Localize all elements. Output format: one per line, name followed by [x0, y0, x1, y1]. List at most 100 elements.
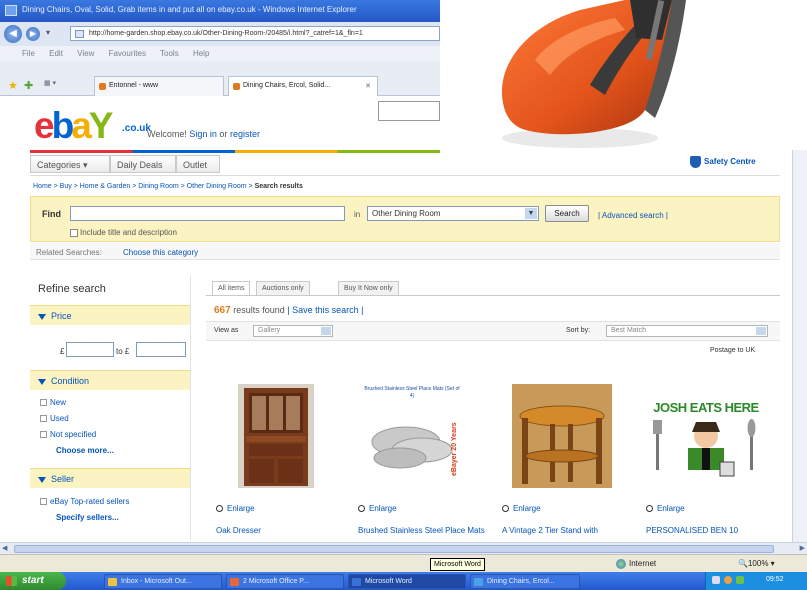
checkbox-icon[interactable] [40, 498, 47, 506]
view-as-select[interactable]: Gallery [253, 325, 333, 337]
shield-icon [690, 156, 701, 168]
taskbar-item-office[interactable]: 2 Microsoft Office P... [226, 574, 344, 589]
refine-search-title: Refine search [38, 283, 106, 295]
favourites-star-icon[interactable]: ★ [8, 79, 18, 92]
magnifier-icon [358, 505, 365, 513]
volume-icon[interactable] [724, 576, 732, 584]
scrollbar-thumb[interactable] [14, 545, 774, 553]
checkbox-icon[interactable] [40, 399, 47, 407]
sort-by-select[interactable]: Best Match [606, 325, 768, 337]
tab-buy-it-now-only[interactable]: Buy It Now only [338, 281, 399, 296]
listing-thumbnail[interactable]: JOSH EATS HERE [646, 380, 766, 490]
zoom-level[interactable]: 🔍100% ▾ [738, 559, 775, 568]
menu-file[interactable]: File [22, 49, 35, 58]
register-link[interactable]: register [230, 129, 260, 139]
taskbar-tooltip: Microsoft Word [430, 558, 485, 571]
price-min-input[interactable] [66, 342, 114, 357]
specify-sellers-link[interactable]: Specify sellers... [56, 513, 119, 522]
price-max-input[interactable] [136, 342, 186, 357]
view-as-value: Gallery [258, 327, 281, 334]
sort-by-value: Best Match [611, 327, 647, 334]
condition-used-label: Used [50, 414, 69, 423]
checkbox-icon[interactable] [70, 228, 78, 237]
condition-not-specified[interactable]: Not specified [40, 430, 96, 439]
header-color-rule [30, 150, 440, 153]
menu-help[interactable]: Help [193, 49, 209, 58]
scroll-right-icon[interactable]: ▶ [800, 544, 805, 552]
taskbar-item-outlook[interactable]: Inbox - Microsoft Out... [104, 574, 222, 589]
related-search-link[interactable]: Choose this category [123, 248, 198, 257]
tab-list-icon[interactable]: ▦ ▾ [44, 79, 84, 89]
forward-button[interactable]: ▶ [26, 27, 40, 41]
address-bar[interactable]: http://home-garden.shop.ebay.co.uk/Other… [70, 26, 440, 41]
horizontal-scrollbar[interactable]: ◀ ▶ [0, 542, 807, 554]
logo-letter-b: b [51, 105, 75, 146]
facet-price-header[interactable]: Price [30, 305, 190, 325]
tab-favicon [99, 83, 106, 90]
vertical-scrollbar[interactable] [792, 150, 807, 542]
save-search-link[interactable]: | Save this search | [287, 305, 363, 315]
find-label: Find [42, 209, 61, 219]
listing-thumbnail[interactable] [216, 380, 336, 490]
start-button[interactable]: start [0, 572, 66, 590]
advanced-search-link[interactable]: | Advanced search | [598, 211, 668, 220]
listing-thumbnail[interactable] [502, 380, 622, 490]
condition-new[interactable]: New [40, 398, 66, 407]
include-title-checkbox[interactable]: Include title and description [70, 228, 177, 237]
seller-top-rated[interactable]: eBay Top-rated sellers [40, 497, 129, 506]
listing-title[interactable]: PERSONALISED BEN 10 [646, 526, 781, 535]
welcome-message: Welcome! Sign in or register [147, 129, 260, 139]
listing-thumbnail[interactable]: Brushed Stainless Steel Place Mats (Set … [358, 380, 478, 490]
condition-choose-more-link[interactable]: Choose more... [56, 446, 114, 455]
security-icon[interactable] [736, 576, 744, 584]
categories-menu[interactable]: Categories ▾ [30, 155, 110, 173]
menu-edit[interactable]: Edit [49, 49, 63, 58]
enlarge-link[interactable]: Enlarge [216, 504, 255, 513]
tab-all-items[interactable]: All items [212, 281, 251, 296]
clock: 09:52 [766, 576, 784, 583]
listing-card[interactable]: JOSH EATS HERE Enlarge PERSONALISED BEN … [646, 380, 766, 540]
history-dropdown-icon[interactable]: ▾ [46, 28, 50, 37]
listing-title[interactable]: Oak Dresser [216, 526, 351, 535]
tab-dining-chairs[interactable]: Dining Chairs, Ercol, Solid... ✕ [228, 76, 378, 96]
daily-deals-link[interactable]: Daily Deals [110, 155, 176, 173]
postage-to-label[interactable]: Postage to UK [710, 347, 755, 354]
listing-title[interactable]: A Vintage 2 Tier Stand with [502, 526, 637, 535]
facet-condition-header[interactable]: Condition [30, 370, 190, 390]
taskbar-item-browser[interactable]: Dining Chairs, Ercol... [470, 574, 580, 589]
condition-used[interactable]: Used [40, 414, 69, 423]
enlarge-link[interactable]: Enlarge [502, 504, 541, 513]
sign-in-link[interactable]: Sign in [189, 129, 217, 139]
listing-card[interactable]: Enlarge A Vintage 2 Tier Stand with [502, 380, 622, 540]
menu-favourites[interactable]: Favourites [109, 49, 146, 58]
scroll-left-icon[interactable]: ◀ [2, 544, 7, 552]
find-input[interactable] [70, 206, 345, 221]
listing-title[interactable]: Brushed Stainless Steel Place Mats [358, 526, 493, 535]
ebay-logo[interactable]: ebaY [34, 106, 129, 148]
back-button[interactable]: ◀ [4, 25, 22, 43]
taskbar-item-word[interactable]: Microsoft Word [348, 574, 466, 589]
safety-centre-link[interactable]: Safety Centre [690, 156, 756, 168]
menu-tools[interactable]: Tools [160, 49, 179, 58]
results-count: 667 results found | Save this search | [214, 305, 363, 316]
checkbox-icon[interactable] [40, 415, 47, 423]
facet-seller-header[interactable]: Seller [30, 468, 190, 488]
tab-auctions-only[interactable]: Auctions only [256, 281, 310, 296]
category-select[interactable]: Other Dining Room ▼ [367, 206, 539, 221]
close-tab-icon[interactable]: ✕ [365, 82, 371, 90]
outlet-link[interactable]: Outlet [176, 155, 220, 173]
header-search-input[interactable] [378, 101, 440, 121]
listing-card[interactable]: Brushed Stainless Steel Place Mats (Set … [358, 380, 485, 540]
network-icon[interactable] [712, 576, 720, 584]
include-title-label: Include title and description [80, 228, 177, 237]
search-button[interactable]: Search [545, 205, 589, 222]
enlarge-link[interactable]: Enlarge [646, 504, 685, 513]
add-favourite-icon[interactable]: ✚ [24, 79, 33, 92]
tab-entonnel[interactable]: Entonnel - www [94, 76, 224, 96]
checkbox-icon[interactable] [40, 431, 47, 439]
listing-card[interactable]: Enlarge Oak Dresser [216, 380, 336, 540]
breadcrumb-path[interactable]: Home > Buy > Home & Garden > Dining Room… [33, 183, 253, 190]
enlarge-link[interactable]: Enlarge [358, 504, 397, 513]
welcome-text: Welcome! [147, 129, 187, 139]
menu-view[interactable]: View [77, 49, 94, 58]
